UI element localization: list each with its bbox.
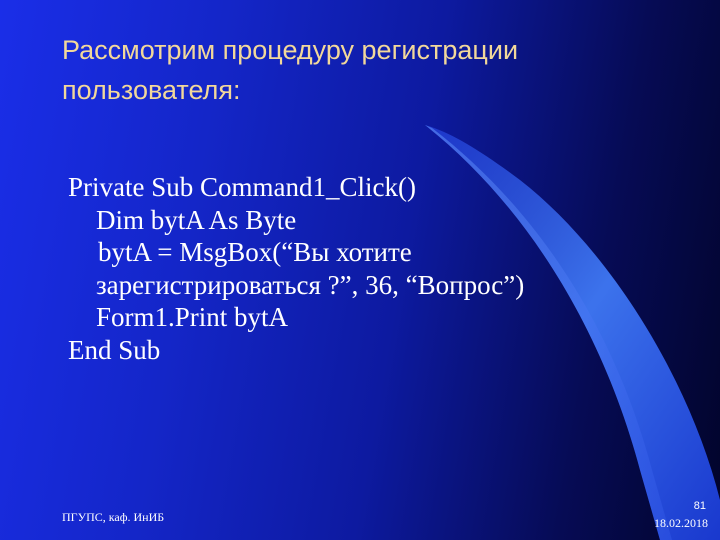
title-line-1: Рассмотрим процедуру регистрации — [62, 35, 519, 65]
code-line: Dim bytA As Byte — [96, 204, 297, 235]
footer-text: ПГУПС, каф. ИнИБ — [62, 510, 165, 524]
code-line: bytA = MsgBox(“Вы хотите — [98, 237, 412, 267]
code-line: Private Sub Command1_Click() — [68, 172, 416, 202]
code-line: End Sub — [68, 334, 161, 365]
code-line: Form1.Print bytA — [96, 302, 289, 332]
slide-title: Рассмотрим процедуру регистрации пользов… — [62, 30, 662, 110]
code-block: Private Sub Command1_Click() Dim bytA As… — [68, 171, 628, 366]
page-number: 81 — [693, 500, 706, 512]
code-line: зарегистрироваться ?”, 36, “Вопрос”) — [96, 269, 525, 300]
title-line-2: пользователя: — [62, 75, 241, 105]
slide: Рассмотрим процедуру регистрации пользов… — [0, 0, 720, 540]
slide-date: 18.02.2018 — [654, 516, 708, 530]
